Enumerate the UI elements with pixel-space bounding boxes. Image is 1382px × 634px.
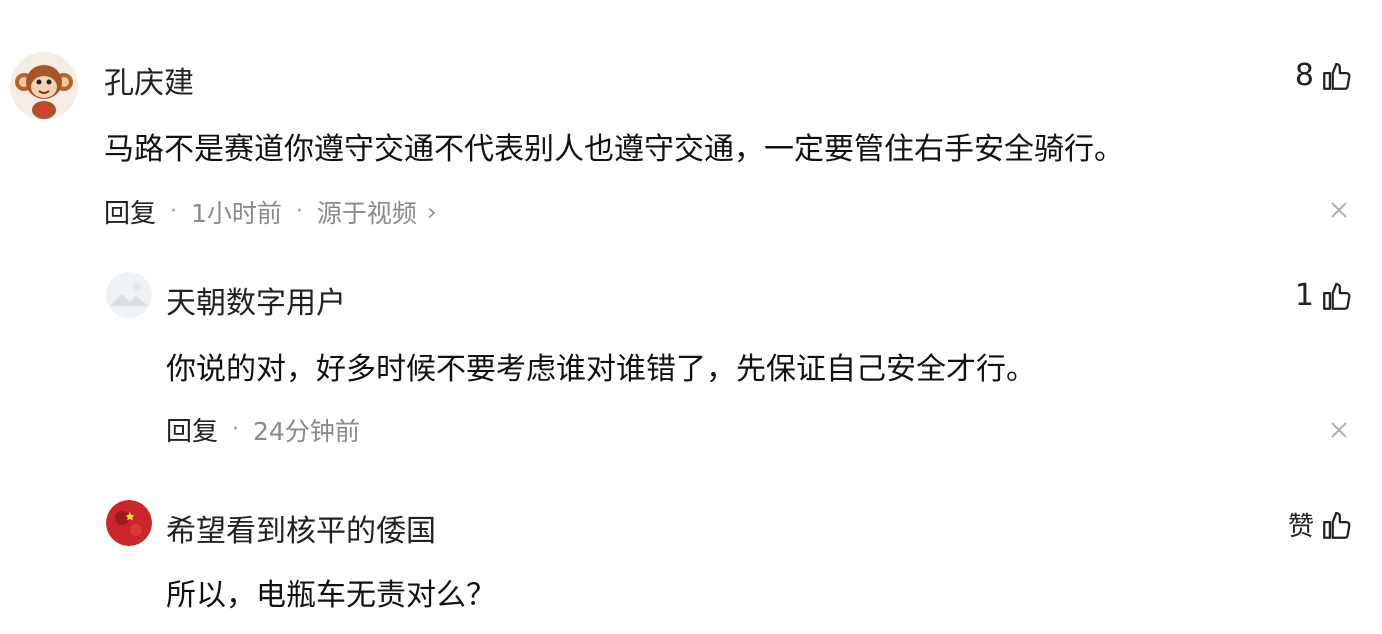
comment-text: 所以，电瓶车无责对么？ [166,578,496,613]
timestamp: 24分钟前 [253,416,360,446]
monkey-avatar-icon [10,52,78,120]
like-count: 1 [1294,278,1314,313]
like-button[interactable]: 1 [1295,278,1354,313]
close-icon[interactable] [1326,197,1352,223]
thumbs-up-icon [1323,62,1351,90]
like-count: 赞 [1287,512,1314,542]
flag-avatar-icon [106,500,152,546]
separator-dot: · [232,417,240,442]
thumbs-up-icon [1323,282,1351,310]
reply-button[interactable]: 回复 [166,411,218,448]
comment-text: 你说的对，好多时候不要考虑谁对谁错了，先保证自己安全才行。 [166,352,1036,387]
separator-dot: · [295,199,303,224]
chevron-right-icon[interactable]: › [427,198,437,226]
default-avatar-icon [106,272,152,318]
separator-dot: · [170,199,178,224]
close-icon[interactable] [1326,417,1352,443]
source-link[interactable]: 源于视频 [317,194,417,230]
username[interactable]: 希望看到核平的倭国 [166,506,436,550]
timestamp: 1小时前 [191,198,282,228]
comment-meta: 回复 · 1小时前 · 源于视频 › [104,193,437,230]
avatar[interactable] [10,52,78,120]
like-button[interactable]: 赞 [1288,506,1354,543]
avatar[interactable] [106,500,152,546]
comment-text: 马路不是赛道你遵守交通不代表别人也遵守交通，一定要管住右手安全骑行。 [104,132,1124,167]
like-button[interactable]: 8 [1295,58,1354,93]
like-count: 8 [1294,58,1314,93]
reply-button[interactable]: 回复 [104,193,156,230]
thumbs-up-icon [1323,511,1351,539]
username[interactable]: 孔庆建 [104,58,194,102]
username[interactable]: 天朝数字用户 [166,278,346,322]
avatar[interactable] [106,272,152,318]
comment-meta: 回复 · 24分钟前 [166,411,360,448]
